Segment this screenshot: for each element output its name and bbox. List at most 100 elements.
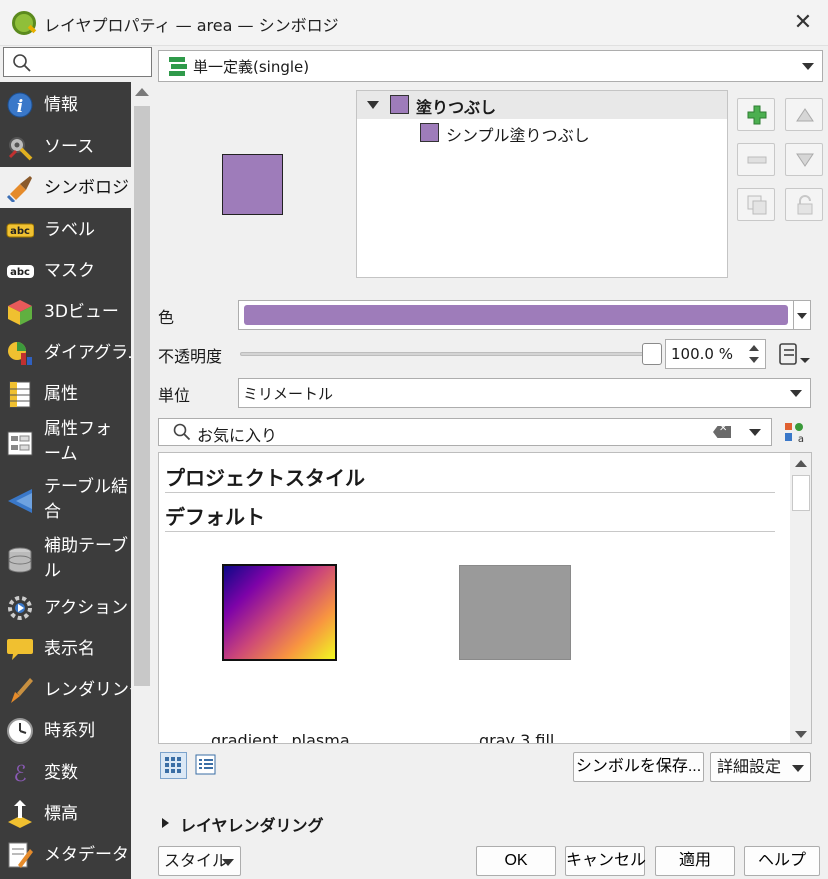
mask-icon: abc [7,265,34,278]
sidebar-item-labels[interactable]: abc ラベル [0,209,131,250]
expand-arrow-icon[interactable] [162,818,169,828]
color-menu-button[interactable] [794,300,811,330]
unit-label: 単位 [158,386,191,405]
color-button[interactable] [238,300,794,330]
unit-select[interactable]: ミリメートル [238,378,811,408]
actions-icon [8,596,32,620]
close-icon[interactable]: ✕ [790,10,816,36]
fill-swatch [390,95,409,114]
color-label: 色 [158,308,175,327]
tree-item-simple-fill[interactable]: シンプル塗りつぶし [357,119,727,147]
style-thumbnail-gray-3-fill[interactable] [459,565,571,660]
simple-fill-swatch [420,123,439,142]
sidebar-item-label: ソース [44,137,95,157]
sidebar-item-temporal[interactable]: 時系列 [0,710,131,751]
sidebar-item-diagrams[interactable]: ダイアグラム [0,332,131,373]
expand-arrow-icon[interactable] [367,101,379,109]
ok-button[interactable]: OK [476,846,556,876]
style-manager-button[interactable]: a [783,420,809,445]
sidebar-item-label: 情報 [44,95,78,115]
sidebar-item-actions[interactable]: アクション [0,587,131,628]
lock-layer-button[interactable] [785,188,823,221]
scroll-up-icon[interactable] [135,88,149,96]
search-icon [13,54,31,72]
title-bar: レイヤプロパティ — area — シンボロジ ✕ [0,0,828,46]
joins-icon [8,489,32,513]
add-icon [747,105,767,125]
sidebar-item-label: ダイアグラム [44,343,131,363]
style-item-label[interactable]: gray 3 fill [479,731,554,743]
sidebar-item-display[interactable]: 表示名 [0,628,131,669]
sidebar-item-elevation[interactable]: 標高 [0,793,131,834]
scrollbar-thumb[interactable] [134,106,150,686]
info-icon: i [7,92,33,118]
sidebar-item-attributes-form[interactable]: 属性フォーム [0,417,131,469]
sidebar-scrollbar[interactable] [131,82,153,879]
apply-button[interactable]: 適用 [655,846,735,876]
sidebar-item-rendering[interactable]: レンダリング [0,669,131,710]
lock-icon [797,195,813,215]
layer-rendering-label: レイヤレンダリング [180,816,324,835]
symbology-icon [6,176,32,202]
chevron-down-icon[interactable] [749,429,761,436]
color-swatch [244,305,788,325]
move-up-button[interactable] [785,98,823,131]
sidebar-search-input[interactable] [3,47,152,77]
data-defined-override-button[interactable] [776,342,812,366]
list-view-button[interactable] [193,752,220,779]
scroll-up-icon[interactable] [795,460,807,467]
move-down-button[interactable] [785,143,823,176]
sidebar-item-label: 属性 [44,384,78,404]
sidebar-item-joins[interactable]: テーブル結合 [0,475,131,527]
style-thumbnail-gradient-plasma[interactable] [222,564,337,661]
scrollbar-thumb[interactable] [792,475,810,511]
chevron-down-icon [790,390,802,397]
sidebar-item-auxiliary-storage[interactable]: 補助テーブル [0,534,131,586]
renderer-select-value: 単一定義(single) [193,58,310,76]
style-menu-button[interactable]: スタイル [158,846,241,876]
opacity-slider-handle[interactable] [642,343,662,365]
opacity-spinbox[interactable]: 100.0 % [665,339,766,369]
clear-icon[interactable] [713,426,731,438]
sidebar-item-3d-view[interactable]: 3Dビュー [0,291,131,332]
list-view-icon [195,754,216,775]
tree-item-fill[interactable]: 塗りつぶし [357,91,727,119]
sidebar-item-mask[interactable]: abc マスク [0,250,131,291]
style-list-scrollbar[interactable] [790,453,811,743]
symbol-layer-tree: 塗りつぶし シンプル塗りつぶし [356,90,728,278]
duplicate-symbol-layer-button[interactable] [737,188,775,221]
sidebar-item-label: ラベル [44,220,95,240]
svg-text:i: i [17,97,23,117]
chevron-down-icon [792,765,804,772]
sidebar-item-information[interactable]: i 情報 [0,84,131,125]
save-symbol-button[interactable]: シンボルを保存... [573,752,704,782]
sidebar-item-label: メタデータ [44,845,129,865]
spin-up-icon[interactable] [749,345,759,351]
sidebar-list: i 情報 ソース シンボロジ abc ラベル abc マスク 3Dビュー ダイア… [0,82,131,879]
scroll-down-icon[interactable] [795,731,807,738]
sidebar-item-variables[interactable]: ℰ 変数 [0,752,131,793]
advanced-menu-button[interactable]: 詳細設定 [710,752,811,782]
style-search-input[interactable]: お気に入り [158,418,772,446]
spin-down-icon[interactable] [749,357,759,363]
add-symbol-layer-button[interactable] [737,98,775,131]
style-list: プロジェクトスタイル デフォルト gradient _plasma gray 3… [158,452,812,744]
svg-text:a: a [798,434,804,444]
opacity-slider[interactable] [240,352,648,356]
sidebar-item-source[interactable]: ソース [0,126,131,167]
sidebar-item-label: 補助テーブル [44,536,128,581]
sidebar-item-label: 3Dビュー [44,302,119,322]
style-button-label: スタイル [164,851,229,870]
remove-symbol-layer-button[interactable] [737,143,775,176]
sidebar-item-attributes[interactable]: 属性 [0,373,131,414]
style-item-label[interactable]: gradient _plasma [211,731,350,743]
sidebar-item-symbology[interactable]: シンボロジ [0,167,131,208]
help-button[interactable]: ヘルプ [744,846,820,876]
renderer-select[interactable]: 単一定義(single) [158,50,823,82]
sidebar-item-metadata[interactable]: メタデータ [0,834,131,875]
section-header-default: デフォルト [165,505,265,529]
auxiliary-storage-icon [8,547,32,573]
chevron-down-icon [802,63,814,70]
cancel-button[interactable]: キャンセル [565,846,646,876]
icon-view-button[interactable] [160,752,187,779]
